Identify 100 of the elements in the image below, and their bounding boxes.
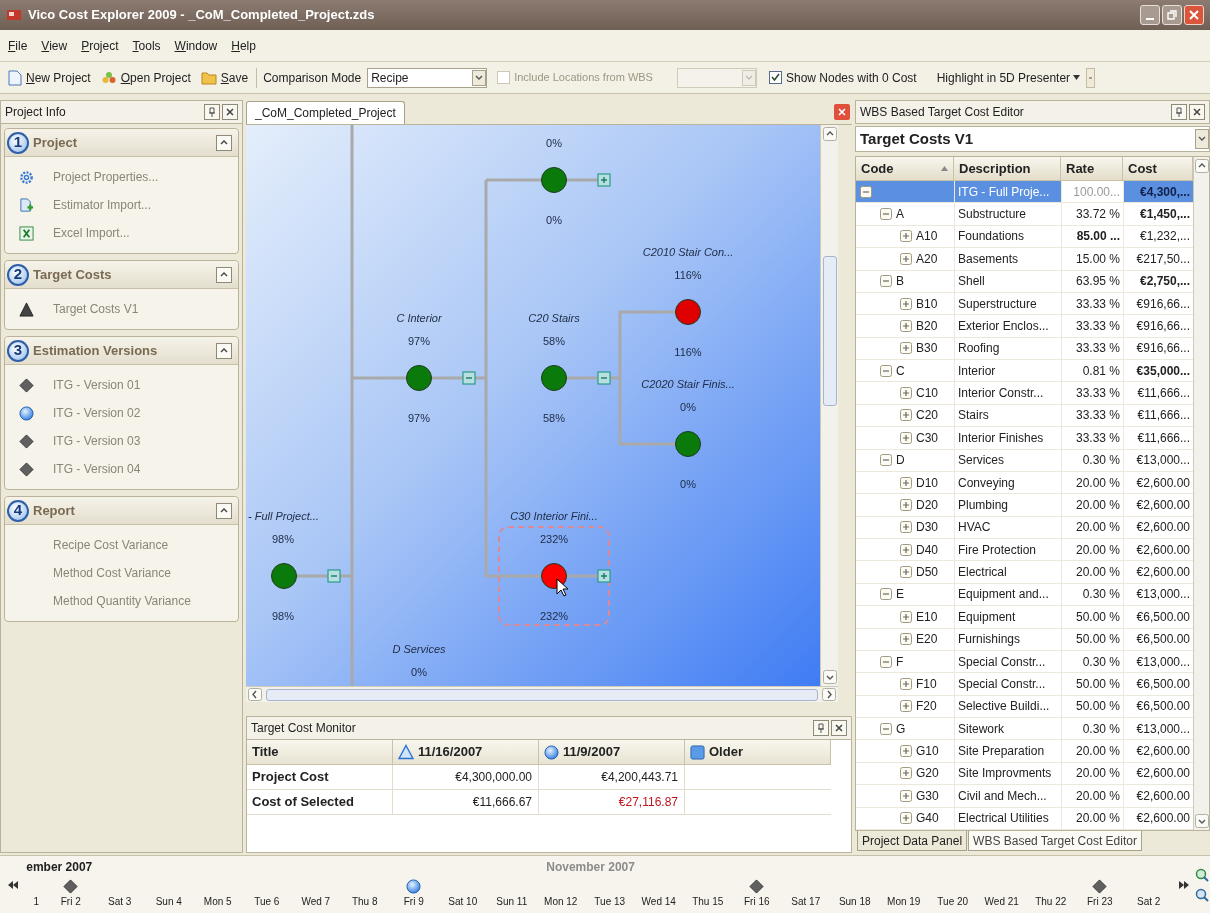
tree-row[interactable]: ITG - Full Proje... 100.00... €4,300,... [856, 181, 1193, 204]
tree-row[interactable]: G10 Site Preparation 20.00 % €2,600.00 [856, 740, 1193, 763]
tree-row[interactable]: B10 Superstructure 33.33 % €916,66... [856, 292, 1193, 316]
tree-row[interactable]: G Sitework 0.30 % €13,000... [856, 718, 1193, 741]
tree-row[interactable]: A20 Basements 15.00 % €217,50... [856, 248, 1193, 271]
collapse-toggle[interactable] [880, 722, 892, 735]
expand-toggle[interactable] [900, 812, 912, 825]
menu-item[interactable]: View [41, 36, 68, 55]
pin-button[interactable] [204, 104, 220, 120]
expand-toggle[interactable] [900, 387, 912, 400]
tree-row[interactable]: C30 Interior Finishes 33.33 % €11,666... [856, 427, 1193, 450]
highlight-dropdown-button[interactable]: Highlight in 5D Presenter [936, 68, 1081, 87]
tree-row[interactable]: A Substructure 33.72 % €1,450,... [856, 203, 1193, 226]
pin-button[interactable] [1171, 104, 1187, 120]
tree-row[interactable]: B20 Exterior Enclos... 33.33 % €916,66... [856, 315, 1193, 338]
show-zero-cost-checkbox[interactable]: Show Nodes with 0 Cost [768, 68, 917, 87]
expand-toggle[interactable] [597, 173, 611, 187]
save-button[interactable]: Save [198, 68, 251, 87]
column-header[interactable]: Cost [1123, 157, 1193, 181]
vertical-scrollbar[interactable] [820, 125, 838, 686]
tree-row[interactable]: F20 Selective Buildi... 50.00 % €6,500.00 [856, 695, 1193, 718]
tree-row[interactable]: D30 HVAC 20.00 % €2,600.00 [856, 516, 1193, 539]
tree-row[interactable]: B Shell 63.95 % €2,750,... [856, 270, 1193, 293]
expand-toggle[interactable] [900, 677, 912, 690]
status-node[interactable] [541, 365, 567, 391]
scroll-thumb[interactable] [266, 688, 818, 701]
collapse-toggle[interactable] [880, 454, 892, 467]
close-button[interactable] [831, 720, 847, 736]
expand-toggle[interactable] [900, 498, 912, 511]
minimize-button[interactable] [1140, 5, 1160, 25]
column-header[interactable]: Rate [1061, 157, 1123, 181]
tree-row[interactable]: B30 Roofing 33.33 % €916,66... [856, 337, 1193, 360]
collapse-toggle[interactable] [597, 371, 611, 385]
column-header[interactable]: Code [856, 157, 954, 181]
menu-item[interactable]: File [8, 36, 28, 55]
tree-row[interactable]: D10 Conveying 20.00 % €2,600.00 [856, 471, 1193, 495]
comparison-mode-dropdown[interactable]: Recipe [367, 67, 488, 88]
expand-toggle[interactable] [900, 566, 912, 579]
panel-tab[interactable]: Project Data Panel [857, 831, 968, 851]
collapse-button[interactable] [216, 134, 232, 151]
collapse-toggle[interactable] [880, 364, 892, 377]
expand-toggle[interactable] [900, 431, 912, 444]
tree-row[interactable]: F Special Constr... 0.30 % €13,000... [856, 650, 1193, 674]
expand-toggle[interactable] [900, 409, 912, 422]
collapse-toggle[interactable] [462, 371, 476, 385]
target-dropdown[interactable]: Target Costs V1 [855, 126, 1210, 152]
collapse-button[interactable] [216, 502, 232, 519]
collapse-toggle[interactable] [880, 655, 892, 668]
restore-button[interactable] [1162, 5, 1182, 25]
collapse-toggle[interactable] [880, 208, 892, 221]
column-header[interactable]: Description [954, 157, 1061, 181]
collapse-toggle[interactable] [880, 588, 892, 601]
expand-toggle[interactable] [900, 610, 912, 623]
menu-item[interactable]: Tools [132, 36, 161, 55]
tree-row[interactable]: C Interior 0.81 % €35,000... [856, 360, 1193, 383]
close-button[interactable] [834, 104, 850, 120]
tree-row[interactable]: E20 Furnishings 50.00 % €6,500.00 [856, 628, 1193, 651]
vertical-scrollbar[interactable] [1193, 157, 1209, 830]
menu-item[interactable]: Help [231, 36, 256, 55]
expand-toggle[interactable] [900, 230, 912, 243]
panel-tab[interactable]: WBS Based Target Cost Editor [968, 831, 1142, 851]
collapse-button[interactable] [216, 266, 232, 283]
expand-toggle[interactable] [900, 476, 912, 489]
expand-toggle[interactable] [900, 252, 912, 265]
collapse-toggle[interactable] [860, 185, 872, 198]
expand-toggle[interactable] [900, 319, 912, 332]
horizontal-scrollbar[interactable] [246, 686, 838, 702]
tree-row[interactable]: E Equipment and... 0.30 % €13,000... [856, 583, 1193, 607]
collapse-toggle[interactable] [880, 275, 892, 288]
status-node[interactable] [406, 365, 432, 391]
status-node[interactable] [675, 431, 701, 457]
tree-row[interactable]: C20 Stairs 33.33 % €11,666... [856, 404, 1193, 428]
scroll-thumb[interactable] [822, 255, 837, 406]
status-node[interactable] [271, 563, 297, 589]
expand-toggle[interactable] [900, 767, 912, 780]
tree-row[interactable]: D40 Fire Protection 20.00 % €2,600.00 [856, 539, 1193, 562]
pin-button[interactable] [813, 720, 829, 736]
document-tab[interactable]: _CoM_Completed_Project [246, 101, 405, 124]
expand-toggle[interactable] [900, 633, 912, 646]
new-project-button[interactable]: New Project [6, 68, 93, 87]
expand-toggle[interactable] [900, 789, 912, 802]
tree-row[interactable]: G20 Site Improvments 20.00 % €2,600.00 [856, 762, 1193, 786]
tree-row[interactable]: E10 Equipment 50.00 % €6,500.00 [856, 606, 1193, 629]
expand-toggle[interactable] [900, 342, 912, 355]
expand-toggle[interactable] [900, 745, 912, 758]
tree-row[interactable]: A10 Foundations 85.00 ... €1,232,... [856, 225, 1193, 249]
tree-row[interactable]: G30 Civil and Mech... 20.00 % €2,600.00 [856, 785, 1193, 808]
collapse-toggle[interactable] [327, 569, 341, 583]
tree-row[interactable]: C10 Interior Constr... 33.33 % €11,666... [856, 382, 1193, 405]
status-node[interactable] [675, 299, 701, 325]
expand-toggle[interactable] [597, 569, 611, 583]
expand-toggle[interactable] [900, 297, 912, 310]
collapse-button[interactable] [216, 342, 232, 359]
status-node[interactable] [541, 167, 567, 193]
open-project-button[interactable]: Open Project [98, 68, 193, 87]
expand-toggle[interactable] [900, 521, 912, 534]
tree-row[interactable]: G40 Electrical Utilities 20.00 % €2,600.00 [856, 807, 1193, 830]
close-button[interactable] [1189, 104, 1205, 120]
expand-toggle[interactable] [900, 543, 912, 556]
tree-row[interactable]: D Services 0.30 % €13,000... [856, 449, 1193, 472]
